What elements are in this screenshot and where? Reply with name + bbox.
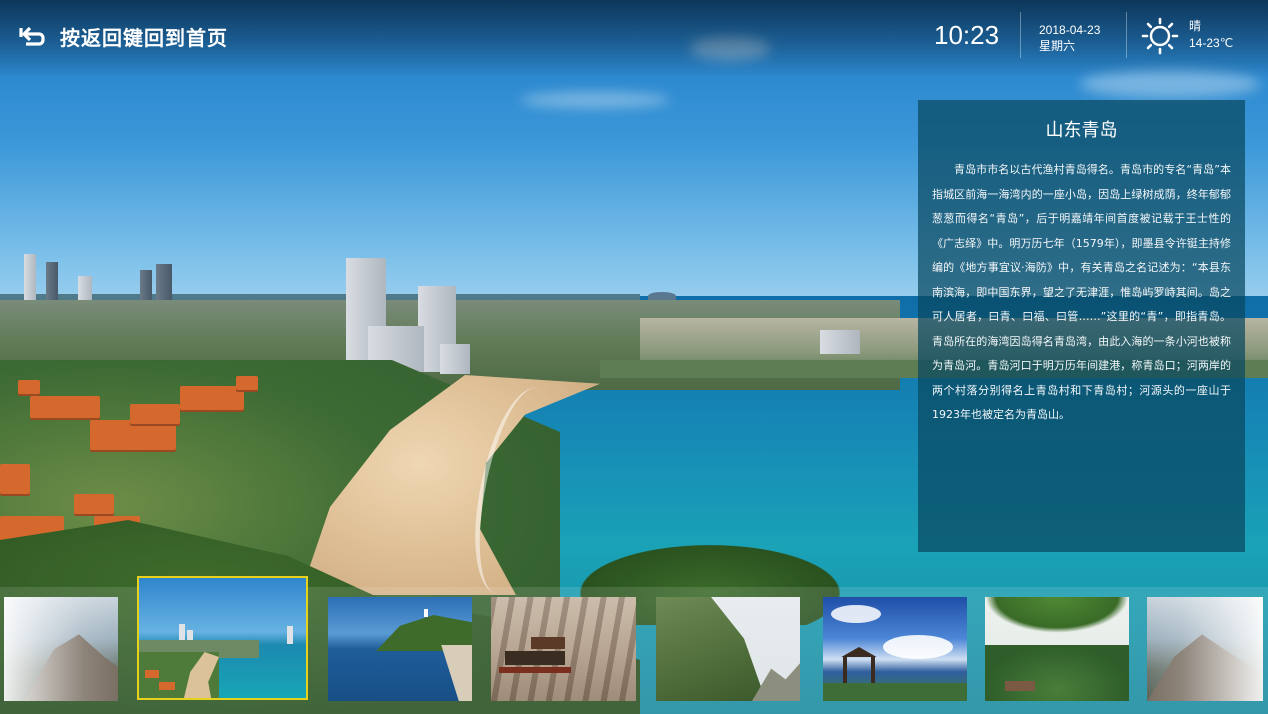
roof [30,396,100,418]
sun-icon [1141,17,1179,59]
roof [18,380,40,394]
tower [46,262,58,300]
tower [140,270,152,302]
clock: 10:23 [934,20,1000,50]
weekday: 星期六 [1039,39,1076,53]
tower [24,254,36,300]
roof [130,404,180,424]
thumbnail-pavilion-lake[interactable] [823,597,967,701]
thumbnail-forest-trees[interactable] [985,597,1129,701]
roof [180,386,244,410]
thumbnail-qingdao-beach[interactable] [137,576,308,700]
back-label: 按返回键回到首页 [60,26,228,50]
thumbnail-green-mountain[interactable] [656,597,800,701]
roof [74,494,114,514]
roof [0,464,30,494]
date-block: 2018-04-23 星期六 [1039,22,1100,54]
divider [1126,12,1127,58]
thumbnail-island-bay[interactable] [328,597,472,701]
cloud [520,92,670,108]
building [440,344,470,374]
island [648,292,676,300]
tower [78,276,92,300]
roof [236,376,258,390]
divider [1020,12,1021,58]
place-title: 山东青岛 [1045,120,1118,140]
back-arrow-icon [18,25,46,49]
info-panel: 山东青岛 青岛市市名以古代渔村青岛得名。青岛市的专名“青岛”本指城区前海一海湾内… [918,100,1245,552]
thumbnail-hanging-temple-cliff[interactable] [491,597,636,701]
weather-block: 晴 14-23℃ [1189,18,1233,52]
top-bar: 按返回键回到首页 10:23 2018-04-23 星期六 晴 14-23℃ [0,0,1268,78]
thumbnail-mountain-coast-left[interactable] [4,597,118,701]
temperature: 14-23℃ [1189,36,1234,50]
tower [156,264,172,302]
thumbnail-strip [0,576,1268,714]
place-description: 青岛市市名以古代渔村青岛得名。青岛市的专名“青岛”本指城区前海一海湾内的一座小岛… [932,163,1231,421]
back-button[interactable]: 按返回键回到首页 [18,22,228,51]
thumbnail-mountain-coast-right[interactable] [1147,597,1263,701]
date: 2018-04-23 [1039,23,1101,37]
weather-condition: 晴 [1189,19,1202,33]
building [820,330,860,354]
roof [90,420,176,450]
